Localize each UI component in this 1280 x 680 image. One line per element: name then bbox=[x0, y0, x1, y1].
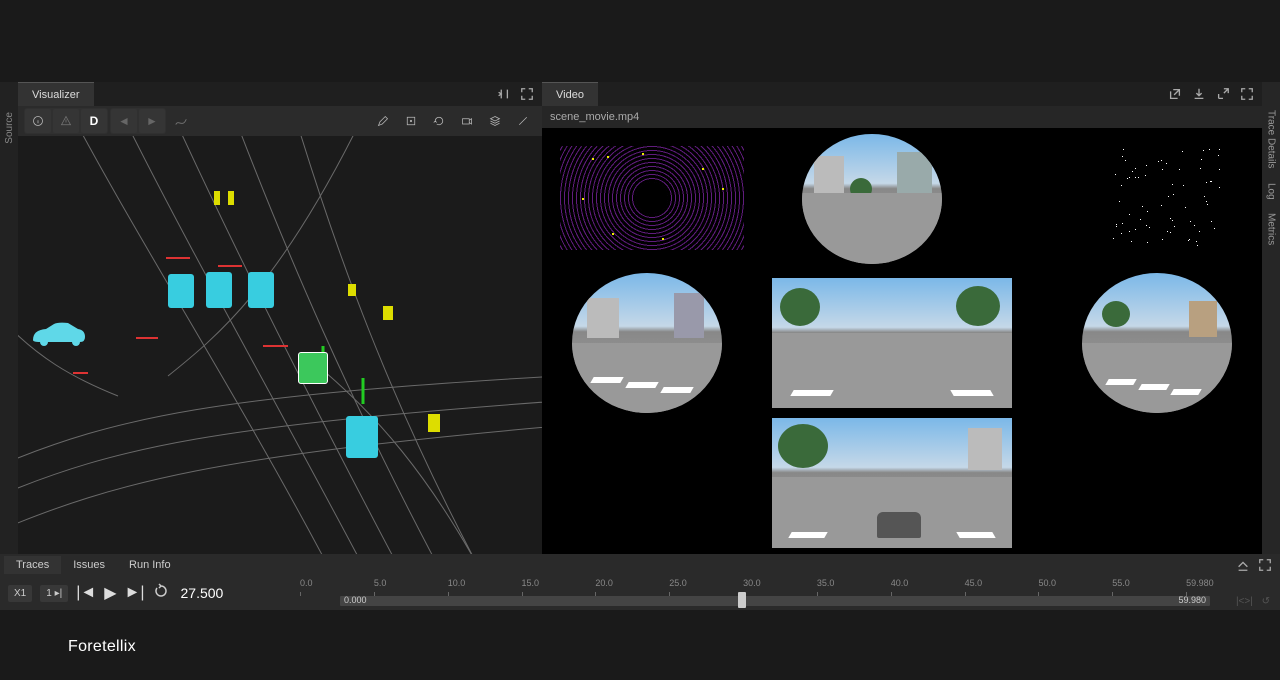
tick-label: 25.0 bbox=[669, 578, 743, 592]
tick-label: 55.0 bbox=[1112, 578, 1186, 592]
open-external-icon[interactable] bbox=[1168, 87, 1182, 101]
rotate-icon[interactable] bbox=[426, 109, 452, 133]
camera-left-fisheye bbox=[572, 273, 722, 413]
window-top-bar bbox=[0, 70, 1280, 82]
settings-icon[interactable] bbox=[510, 109, 536, 133]
tick-label: 30.0 bbox=[743, 578, 817, 592]
tick-label: 5.0 bbox=[374, 578, 448, 592]
play-icon[interactable]: ▶ bbox=[104, 583, 116, 603]
tick-label: 10.0 bbox=[448, 578, 522, 592]
step-forward-icon[interactable]: ►| bbox=[125, 584, 145, 602]
tab-video[interactable]: Video bbox=[542, 82, 598, 106]
warning-icon[interactable] bbox=[53, 109, 79, 133]
video-tab-strip: Video bbox=[542, 82, 1262, 106]
camera-right-fisheye bbox=[1082, 273, 1232, 413]
visualizer-toolbar: D ◄ ► bbox=[18, 106, 542, 136]
loop-mode[interactable]: 1 ▸| bbox=[40, 585, 68, 602]
pencil-icon[interactable] bbox=[370, 109, 396, 133]
scrubber-handle[interactable] bbox=[738, 592, 746, 608]
pointcloud-view bbox=[1070, 138, 1250, 258]
nav-back-icon[interactable]: ◄ bbox=[111, 109, 137, 133]
vehicle-cyan bbox=[346, 416, 378, 458]
focus-icon[interactable] bbox=[398, 109, 424, 133]
video-filename: scene_movie.mp4 bbox=[542, 106, 1262, 128]
rail-metrics[interactable]: Metrics bbox=[1266, 213, 1277, 245]
current-time: 27.500 bbox=[181, 585, 224, 601]
tick-label: 45.0 bbox=[965, 578, 1039, 592]
tab-runinfo[interactable]: Run Info bbox=[117, 556, 183, 574]
timeline-collapse-icon[interactable] bbox=[1236, 558, 1250, 572]
collapse-icon[interactable] bbox=[496, 87, 510, 101]
timeline-ruler[interactable]: 0.05.010.015.020.025.030.035.040.045.050… bbox=[300, 576, 1280, 610]
visualizer-tab-strip: Visualizer bbox=[18, 82, 542, 106]
tab-visualizer[interactable]: Visualizer bbox=[18, 82, 94, 106]
rail-log[interactable]: Log bbox=[1266, 183, 1277, 200]
download-icon[interactable] bbox=[1192, 87, 1206, 101]
video-panel: Video scene_movie.mp4 bbox=[542, 82, 1262, 554]
tick-label: 15.0 bbox=[522, 578, 596, 592]
nav-forward-icon[interactable]: ► bbox=[139, 109, 165, 133]
info-icon[interactable] bbox=[25, 109, 51, 133]
camera-center bbox=[772, 278, 1012, 408]
timeline-fullscreen-icon[interactable] bbox=[1258, 558, 1272, 572]
camera-rear bbox=[772, 418, 1012, 548]
vehicle-ego-box bbox=[298, 352, 328, 384]
vehicle-cyan bbox=[206, 272, 232, 308]
timeline-panel: Traces Issues Run Info X1 1 ▸| |◄ ▶ ►| 2… bbox=[0, 554, 1280, 610]
path-icon[interactable] bbox=[168, 109, 194, 133]
tick-label: 40.0 bbox=[891, 578, 965, 592]
tick-label: 0.0 bbox=[300, 578, 374, 592]
expand-icon[interactable] bbox=[1216, 87, 1230, 101]
right-rail: Trace Details Log Metrics bbox=[1262, 82, 1280, 554]
tab-traces[interactable]: Traces bbox=[4, 556, 61, 574]
fullscreen-icon[interactable] bbox=[1240, 87, 1254, 101]
playback-speed[interactable]: X1 bbox=[8, 585, 32, 602]
range-start: 0.000 bbox=[344, 595, 367, 605]
step-back-icon[interactable]: |◄ bbox=[76, 584, 96, 602]
fullscreen-icon[interactable] bbox=[520, 87, 534, 101]
source-label: Source bbox=[4, 112, 15, 144]
jump-icon[interactable]: |<>| bbox=[1236, 596, 1253, 607]
brand-label: Foretellix bbox=[68, 638, 136, 656]
layers-icon[interactable] bbox=[482, 109, 508, 133]
source-rail[interactable]: Source bbox=[0, 82, 18, 554]
lidar-view bbox=[552, 138, 752, 258]
camera-icon[interactable] bbox=[454, 109, 480, 133]
timeline-scrubber-track[interactable]: 0.000 59.980 bbox=[340, 596, 1210, 606]
vehicle-cyan bbox=[168, 274, 194, 308]
range-end: 59.980 bbox=[1178, 595, 1206, 605]
visualizer-3d-view[interactable] bbox=[18, 136, 542, 554]
rewind-icon[interactable] bbox=[153, 583, 169, 604]
tab-issues[interactable]: Issues bbox=[61, 556, 117, 574]
vehicle-cyan bbox=[248, 272, 274, 308]
tick-label: 20.0 bbox=[595, 578, 669, 592]
reset-icon[interactable]: ↺ bbox=[1262, 596, 1270, 607]
video-multiview[interactable] bbox=[542, 128, 1262, 554]
tick-label: 35.0 bbox=[817, 578, 891, 592]
tick-label: 59.980 bbox=[1186, 578, 1260, 592]
drive-mode-indicator[interactable]: D bbox=[81, 109, 107, 133]
visualizer-panel: Visualizer D ◄ ► bbox=[18, 82, 542, 554]
ego-car-icon bbox=[28, 320, 88, 350]
camera-front-fisheye bbox=[802, 134, 942, 264]
rail-trace-details[interactable]: Trace Details bbox=[1266, 110, 1277, 169]
tick-label: 50.0 bbox=[1038, 578, 1112, 592]
